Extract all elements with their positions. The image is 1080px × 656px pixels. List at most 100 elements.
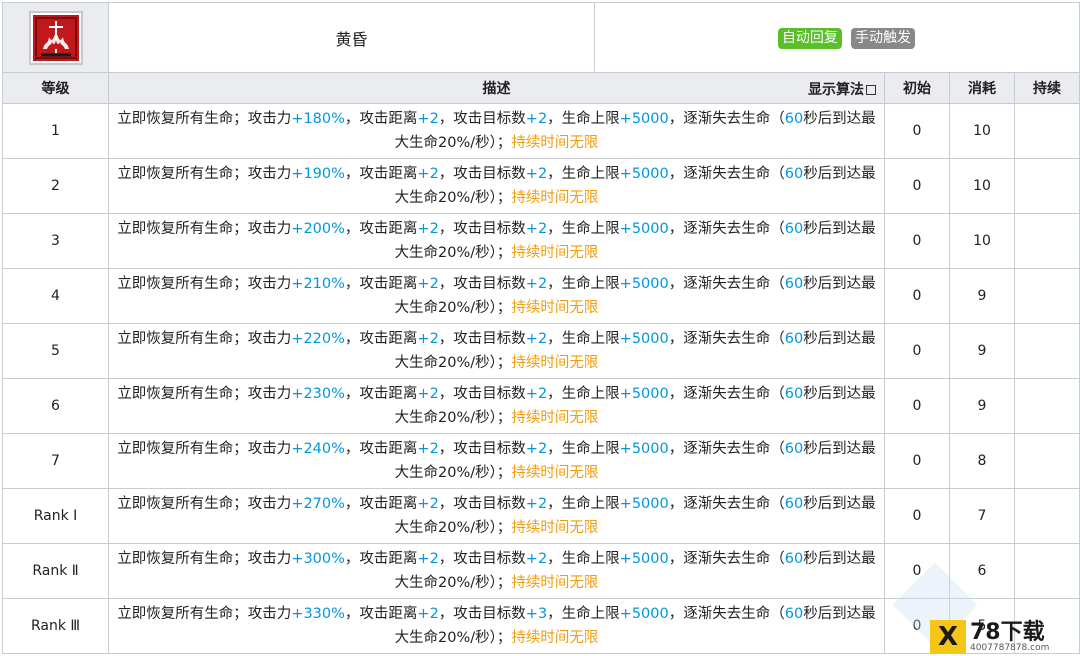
initial-cell: 0 [884, 213, 950, 269]
range-value: +2 [417, 276, 439, 292]
cost-cell: 9 [949, 323, 1015, 379]
hp-value: +5000 [619, 276, 669, 292]
range-value: +2 [417, 331, 439, 347]
desc-text: ，生命上限 [547, 496, 620, 512]
tag-auto-recovery: 自动回复 [777, 27, 842, 49]
atk-value: +220% [291, 331, 345, 347]
level-cell: 2 [2, 158, 109, 214]
desc-text: ，攻击目标数 [438, 441, 526, 457]
range-value: +2 [417, 441, 439, 457]
desc-text: ，逐渐失去生命（ [668, 551, 785, 567]
description-cell: 立即恢复所有生命；攻击力+330%，攻击距离+2，攻击目标数+3，生命上限+50… [108, 598, 885, 654]
seconds-value: 60 [784, 606, 804, 622]
cost-cell: 10 [949, 158, 1015, 214]
description-cell: 立即恢复所有生命；攻击力+270%，攻击距离+2，攻击目标数+2，生命上限+50… [108, 488, 885, 544]
atk-value: +300% [291, 551, 345, 567]
level-cell: 4 [2, 268, 109, 324]
seconds-value: 60 [784, 221, 804, 237]
initial-cell: 0 [884, 268, 950, 324]
desc-text: ，逐渐失去生命（ [668, 441, 785, 457]
desc-text: ，逐渐失去生命（ [668, 111, 785, 127]
desc-text: ，攻击目标数 [438, 276, 526, 292]
table-row: 6 立即恢复所有生命；攻击力+230%，攻击距离+2，攻击目标数+2，生命上限+5… [2, 378, 1080, 434]
skill-header-row: 黄昏 自动回复 手动触发 [2, 2, 1080, 73]
level-rows: 1 立即恢复所有生命；攻击力+180%，攻击距离+2，攻击目标数+2，生命上限+5… [2, 103, 1080, 654]
desc-text: ，攻击距离 [344, 496, 418, 512]
desc-text: 立即恢复所有生命；攻击力 [117, 276, 292, 292]
atk-value: +190% [291, 166, 345, 182]
desc-text: ，逐渐失去生命（ [668, 606, 785, 622]
seconds-value: 60 [784, 551, 804, 567]
level-cell: Rank Ⅱ [2, 543, 109, 599]
table-row: 3 立即恢复所有生命；攻击力+200%，攻击距离+2，攻击目标数+2，生命上限+5… [2, 213, 1080, 269]
hp-value: +5000 [619, 331, 669, 347]
targets-value: +3 [525, 606, 548, 622]
initial-cell: 0 [884, 433, 950, 489]
cost-cell: 7 [949, 488, 1015, 544]
tag-manual-trigger: 手动触发 [851, 27, 916, 49]
hp-value: +5000 [619, 441, 669, 457]
desc-text: ，攻击目标数 [438, 166, 526, 182]
initial-cell: 0 [884, 323, 950, 379]
duration-cell [1013, 488, 1080, 544]
duration-cell [1013, 323, 1080, 379]
desc-text: ，生命上限 [547, 221, 620, 237]
skill-name: 黄昏 [108, 2, 595, 73]
table-row: 7 立即恢复所有生命；攻击力+240%，攻击距离+2，攻击目标数+2，生命上限+5… [2, 433, 1080, 489]
hp-value: +5000 [619, 166, 669, 182]
initial-cell: 0 [884, 158, 950, 214]
range-value: +2 [417, 221, 439, 237]
desc-text: ，逐渐失去生命（ [668, 386, 785, 402]
desc-text: ，攻击距离 [344, 386, 418, 402]
atk-value: +330% [291, 606, 345, 622]
hp-value: +5000 [619, 496, 669, 512]
hp-value: +5000 [619, 551, 669, 567]
duration-text: 持续时间无限 [511, 630, 599, 646]
desc-text: ，生命上限 [547, 551, 620, 567]
initial-cell: 0 [884, 103, 950, 159]
description-cell: 立即恢复所有生命；攻击力+200%，攻击距离+2，攻击目标数+2，生命上限+50… [108, 213, 885, 269]
desc-text: ，攻击距离 [344, 166, 418, 182]
column-header-row: 等级 描述 显示算法 初始 消耗 持续 [2, 72, 1080, 104]
skill-flame-emblem-icon [28, 10, 83, 65]
col-cost: 消耗 [949, 72, 1015, 104]
watermark-url: 4007787878.com [970, 642, 1050, 653]
table-row: 5 立即恢复所有生命；攻击力+220%，攻击距离+2，攻击目标数+2，生命上限+5… [2, 323, 1080, 379]
skill-tags: 自动回复 手动触发 [593, 2, 1080, 73]
skill-icon-cell [2, 2, 109, 73]
atk-value: +210% [291, 276, 345, 292]
level-cell: 1 [2, 103, 109, 159]
duration-text: 持续时间无限 [511, 355, 599, 371]
targets-value: +2 [525, 221, 548, 237]
desc-text: ，攻击距离 [344, 221, 418, 237]
desc-text: ，攻击距离 [344, 276, 418, 292]
duration-text: 持续时间无限 [511, 300, 599, 316]
desc-text: ，攻击目标数 [438, 386, 526, 402]
show-algorithm-toggle[interactable]: 显示算法 [808, 79, 876, 99]
desc-text: ，攻击目标数 [438, 331, 526, 347]
desc-text: 立即恢复所有生命；攻击力 [117, 441, 292, 457]
desc-text: ，生命上限 [547, 331, 620, 347]
duration-text: 持续时间无限 [511, 245, 599, 261]
range-value: +2 [417, 496, 439, 512]
col-initial: 初始 [884, 72, 950, 104]
atk-value: +270% [291, 496, 345, 512]
desc-text: ，逐渐失去生命（ [668, 496, 785, 512]
hp-value: +5000 [619, 111, 669, 127]
duration-cell [1013, 378, 1080, 434]
range-value: +2 [417, 606, 439, 622]
duration-cell [1013, 158, 1080, 214]
desc-text: ，攻击距离 [344, 111, 418, 127]
targets-value: +2 [525, 111, 548, 127]
hp-value: +5000 [619, 606, 669, 622]
desc-text: 立即恢复所有生命；攻击力 [117, 551, 292, 567]
duration-text: 持续时间无限 [511, 190, 599, 206]
duration-text: 持续时间无限 [511, 135, 599, 151]
atk-value: +240% [291, 441, 345, 457]
col-duration: 持续 [1013, 72, 1080, 104]
checkbox-icon[interactable] [866, 85, 876, 95]
cost-cell: 9 [949, 268, 1015, 324]
targets-value: +2 [525, 276, 548, 292]
seconds-value: 60 [784, 331, 804, 347]
desc-text: ，生命上限 [547, 166, 620, 182]
